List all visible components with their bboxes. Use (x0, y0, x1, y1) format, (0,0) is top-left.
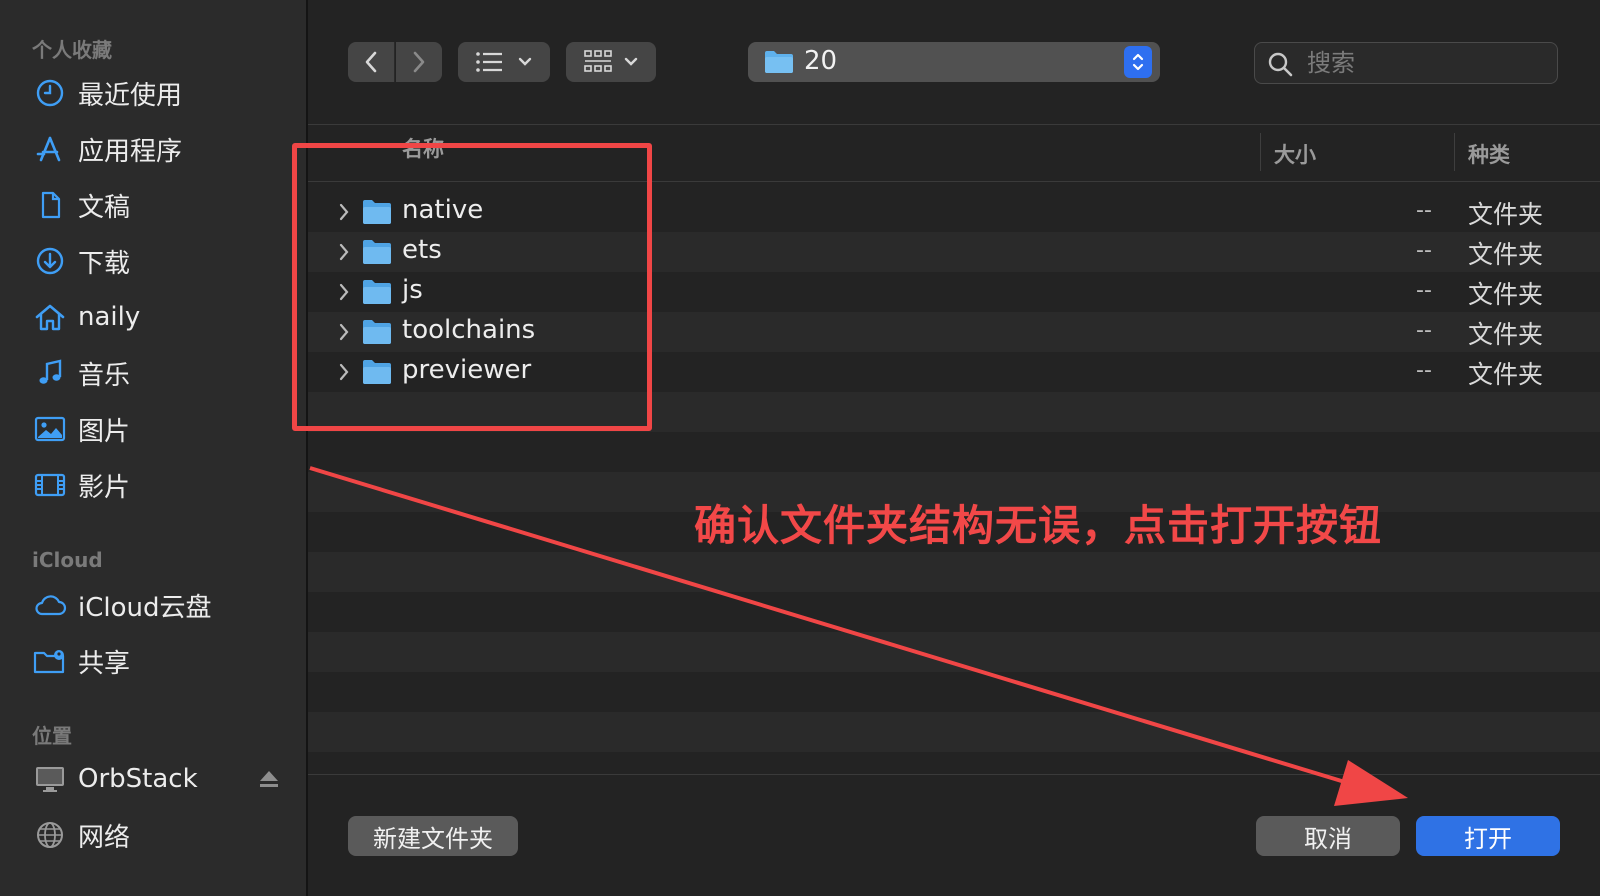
file-kind: 文件夹 (1468, 360, 1544, 389)
file-kind: 文件夹 (1468, 280, 1544, 309)
chevron-right-icon (413, 51, 425, 73)
sidebar: 个人收藏 最近使用 应用程序 文稿 下载 naily 音乐 图片 影片 iClo… (0, 0, 308, 896)
cloud-icon (32, 587, 68, 623)
file-kind: 文件夹 (1468, 240, 1544, 269)
file-kind: 文件夹 (1468, 200, 1544, 229)
file-size: -- (1416, 198, 1432, 223)
sidebar-item-downloads[interactable]: 下载 (32, 238, 292, 284)
forward-button[interactable] (396, 42, 442, 82)
sidebar-item-label: 共享 (78, 648, 131, 679)
sidebar-item-movies[interactable]: 影片 (32, 462, 292, 508)
open-button[interactable]: 打开 (1416, 816, 1560, 856)
sidebar-item-shared[interactable]: 共享 (32, 638, 292, 684)
search-field[interactable] (1254, 42, 1558, 84)
sidebar-item-label: 下载 (78, 248, 131, 279)
column-divider (1454, 133, 1455, 171)
chevron-down-icon (518, 57, 532, 66)
sidebar-item-label: 影片 (78, 472, 131, 503)
sidebar-item-music[interactable]: 音乐 (32, 350, 292, 396)
file-size: -- (1416, 238, 1432, 263)
favorites-section-title: 个人收藏 (32, 38, 112, 62)
sidebar-item-network[interactable]: 网络 (32, 812, 292, 858)
empty-row (308, 632, 1600, 672)
highlight-box (292, 143, 652, 431)
sidebar-item-applications[interactable]: 应用程序 (32, 126, 292, 172)
path-popup[interactable]: 20 (748, 42, 1160, 82)
group-view-button[interactable] (566, 42, 656, 82)
sidebar-item-label: 文稿 (78, 192, 131, 223)
film-icon (32, 467, 68, 503)
open-dialog: 个人收藏 最近使用 应用程序 文稿 下载 naily 音乐 图片 影片 iClo… (0, 0, 1600, 896)
search-icon (1267, 51, 1293, 81)
search-input[interactable] (1305, 47, 1549, 79)
sidebar-item-home[interactable]: naily (32, 294, 292, 340)
locations-section-title: 位置 (32, 724, 72, 748)
photo-icon (32, 411, 68, 447)
file-size: -- (1416, 358, 1432, 383)
column-kind[interactable]: 种类 (1468, 139, 1510, 169)
cancel-button[interactable]: 取消 (1256, 816, 1400, 856)
footer-divider (308, 774, 1600, 775)
sidebar-item-label: 图片 (78, 416, 131, 447)
annotation-note: 确认文件夹结构无误，点击打开按钮 (694, 501, 1383, 550)
sidebar-item-label: 应用程序 (78, 136, 183, 167)
display-icon (32, 761, 68, 797)
eject-icon[interactable] (258, 768, 280, 790)
shared-folder-icon (32, 643, 68, 679)
new-folder-button[interactable]: 新建文件夹 (348, 816, 518, 856)
chevron-down-icon (624, 57, 638, 66)
sidebar-item-orbstack[interactable]: OrbStack (32, 756, 292, 802)
sidebar-item-recents[interactable]: 最近使用 (32, 70, 292, 116)
sidebar-item-label: OrbStack (78, 764, 198, 794)
icloud-section-title: iCloud (32, 548, 103, 572)
download-icon (32, 243, 68, 279)
file-size: -- (1416, 318, 1432, 343)
updown-icon (1124, 46, 1152, 78)
file-size: -- (1416, 278, 1432, 303)
empty-row (308, 552, 1600, 592)
sidebar-item-label: iCloud云盘 (78, 592, 212, 623)
path-label: 20 (804, 46, 838, 76)
sidebar-item-label: 音乐 (78, 360, 131, 391)
sidebar-item-documents[interactable]: 文稿 (32, 182, 292, 228)
empty-row (308, 712, 1600, 752)
folder-icon (764, 50, 794, 78)
home-icon (32, 299, 68, 335)
apps-icon (32, 131, 68, 167)
chevron-left-icon (365, 51, 377, 73)
column-size[interactable]: 大小 (1274, 139, 1316, 169)
sidebar-item-pictures[interactable]: 图片 (32, 406, 292, 452)
music-icon (32, 355, 68, 391)
sidebar-item-label: 最近使用 (78, 80, 183, 111)
clock-icon (32, 75, 68, 111)
column-divider (1260, 133, 1261, 171)
document-icon (32, 187, 68, 223)
grid-view-icon (584, 50, 612, 72)
view-list-button[interactable] (458, 42, 550, 82)
list-view-icon (476, 52, 502, 72)
back-button[interactable] (348, 42, 395, 82)
sidebar-item-label: naily (78, 302, 141, 332)
sidebar-item-label: 网络 (78, 822, 131, 853)
sidebar-item-icloud-drive[interactable]: iCloud云盘 (32, 582, 292, 628)
globe-icon (32, 817, 68, 853)
file-kind: 文件夹 (1468, 320, 1544, 349)
